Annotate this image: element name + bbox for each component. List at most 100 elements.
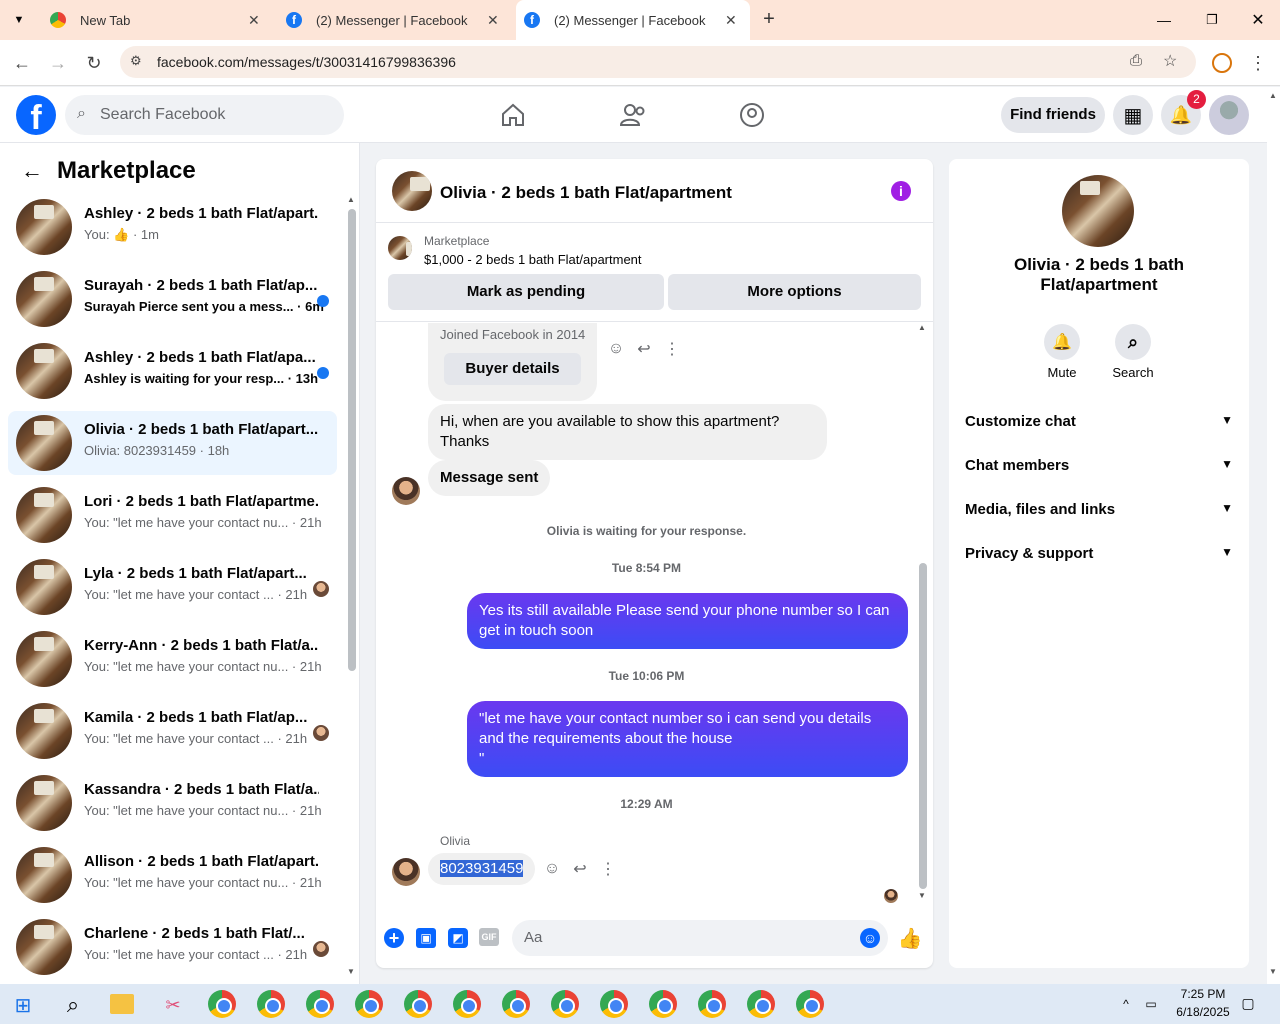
chrome-taskbar-icon[interactable] [257,990,285,1018]
olivia-avatar[interactable] [392,477,420,505]
listing-thumbnail[interactable] [388,236,412,260]
conversation-item[interactable]: Kerry-Ann · 2 beds 1 bath Flat/a... You: … [8,627,337,691]
chrome-taskbar-icon[interactable] [404,990,432,1018]
olivia-avatar[interactable] [392,858,420,886]
page-scrollbar[interactable]: ▲ ▼ [1267,87,1280,984]
home-icon[interactable] [498,101,528,129]
mark-pending-button[interactable]: Mark as pending [388,274,664,310]
outgoing-message[interactable]: "let me have your contact number so i ca… [467,701,908,777]
sticker-icon[interactable]: ◩ [448,928,468,948]
restore-icon[interactable]: ❐ [1198,10,1226,30]
customize-chat-row[interactable]: Customize chat ▼ [965,413,1233,430]
site-info-icon[interactable]: ⚙ [130,53,142,69]
listing-thumbnail[interactable] [392,171,432,211]
snipping-tool-icon[interactable]: ✂ [160,992,186,1018]
windows-start-icon[interactable]: ⊞ [12,994,34,1017]
emoji-icon[interactable]: ☺ [860,928,880,948]
profile-icon[interactable] [1212,53,1232,73]
chrome-taskbar-icon[interactable] [698,990,726,1018]
media-files-row[interactable]: Media, files and links ▼ [965,501,1233,518]
menu-grid-icon[interactable]: ▦ [1113,95,1153,135]
chrome-menu-icon[interactable]: ⋮ [1248,52,1268,74]
friends-icon[interactable] [618,101,648,129]
conversation-item[interactable]: Kamila · 2 beds 1 bath Flat/ap... You: "l… [8,699,337,763]
phone-message[interactable]: 8023931459 [428,853,536,885]
more-dots-icon[interactable]: ⋮ [662,339,682,359]
facebook-logo[interactable]: f [16,95,56,135]
forward-arrow-icon[interactable]: → [46,52,70,74]
more-options-button[interactable]: More options [668,274,921,310]
conversation-item[interactable]: Lyla · 2 beds 1 bath Flat/apart... You: "… [8,555,337,619]
back-arrow-icon[interactable]: ← [20,158,44,183]
thread-scrollbar[interactable]: ▲ ▼ [918,323,928,901]
chrome-taskbar-icon[interactable] [600,990,628,1018]
chrome-taskbar-icon[interactable] [747,990,775,1018]
back-arrow-icon[interactable]: ← [10,52,34,74]
react-emoji-icon[interactable]: ☺ [606,339,626,359]
react-emoji-icon[interactable]: ☺ [542,859,562,879]
tab-messenger-1[interactable]: f (2) Messenger | Facebook ✕ [278,0,510,40]
chrome-taskbar-icon[interactable] [453,990,481,1018]
conversation-item[interactable]: Ashley · 2 beds 1 bath Flat/apart... You:… [8,195,337,259]
photo-icon[interactable]: ▣ [416,928,436,948]
window-close-icon[interactable]: ✕ [1244,10,1272,30]
new-tab-plus-icon[interactable]: + [758,8,780,30]
conversation-item[interactable]: Charlene · 2 beds 1 bath Flat/... You: "l… [8,915,337,979]
tab-new-tab[interactable]: New Tab ✕ [40,0,270,40]
listing-desc[interactable]: $1,000 - 2 beds 1 bath Flat/apartment [424,252,642,267]
chrome-taskbar-icon[interactable] [551,990,579,1018]
conversation-item[interactable]: Surayah · 2 beds 1 bath Flat/ap... Suraya… [8,267,337,331]
thumbs-up-icon[interactable]: 👍 [898,926,923,950]
chat-title[interactable]: Olivia · 2 beds 1 bath Flat/apartment [440,183,732,203]
close-icon[interactable]: ✕ [487,12,499,29]
chrome-taskbar-icon[interactable] [502,990,530,1018]
chrome-taskbar-icon[interactable] [306,990,334,1018]
search-icon[interactable]: ⌕ [1115,324,1151,360]
chrome-taskbar-icon[interactable] [796,990,824,1018]
conversation-item[interactable]: Allison · 2 beds 1 bath Flat/apart... You… [8,843,337,907]
reply-icon[interactable]: ↩ [634,339,654,359]
install-app-icon[interactable]: ⎙ [1130,52,1142,69]
close-icon[interactable]: ✕ [725,12,737,29]
chat-members-row[interactable]: Chat members ▼ [965,457,1233,474]
reload-icon[interactable]: ↻ [82,52,106,74]
buyer-details-button[interactable]: Buyer details [444,353,581,385]
info-icon[interactable]: i [891,181,911,201]
conversation-item[interactable]: Kassandra · 2 beds 1 bath Flat/a... You: … [8,771,337,835]
groups-icon[interactable] [737,101,767,129]
reply-icon[interactable]: ↩ [570,859,590,879]
account-avatar[interactable] [1209,95,1249,135]
find-friends-button[interactable]: Find friends [1001,97,1105,133]
close-icon[interactable]: ✕ [248,12,260,29]
clock-date[interactable]: 6/18/2025 [1168,1005,1238,1019]
more-dots-icon[interactable]: ⋮ [598,859,618,879]
minimize-icon[interactable]: — [1150,10,1178,30]
message-sent-bubble[interactable]: Message sent [428,460,551,496]
file-explorer-icon[interactable] [110,994,134,1014]
chrome-taskbar-icon[interactable] [649,990,677,1018]
tab-messenger-2[interactable]: f (2) Messenger | Facebook ✕ [516,0,750,40]
notification-center-icon[interactable]: ▢ [1238,994,1258,1012]
url-text[interactable]: facebook.com/messages/t/3003141679983639… [157,54,456,70]
conversation-item[interactable]: Lori · 2 beds 1 bath Flat/apartme... You:… [8,483,337,547]
incoming-message[interactable]: Hi, when are you available to show this … [428,404,827,460]
privacy-support-row[interactable]: Privacy & support ▼ [965,545,1233,562]
bookmark-star-icon[interactable]: ☆ [1163,51,1177,71]
plus-circle-icon[interactable]: + [384,928,404,948]
network-icon[interactable]: ▭ [1142,996,1160,1012]
message-input[interactable]: Aa ☺ [512,920,888,956]
facebook-search-box[interactable]: ⌕ Search Facebook [65,95,344,135]
tab-search-chevron-icon[interactable]: ▼ [10,12,28,28]
outgoing-message[interactable]: Yes its still available Please send your… [467,593,908,649]
clock-time[interactable]: 7:25 PM [1168,987,1238,1001]
conversation-item[interactable]: Olivia · 2 beds 1 bath Flat/apart... Oliv… [8,411,337,475]
search-icon[interactable]: ⌕ [60,992,86,1018]
gif-icon[interactable]: GIF [479,928,499,946]
chrome-taskbar-icon[interactable] [355,990,383,1018]
omnibox[interactable]: ⚙ facebook.com/messages/t/30031416799836… [120,46,1196,78]
listing-image[interactable] [1062,175,1134,247]
list-scrollbar[interactable]: ▲ ▼ [347,195,357,976]
chrome-taskbar-icon[interactable] [208,990,236,1018]
message-text[interactable]: 8023931459 [440,860,524,877]
mute-bell-icon[interactable]: 🔔 [1044,324,1080,360]
